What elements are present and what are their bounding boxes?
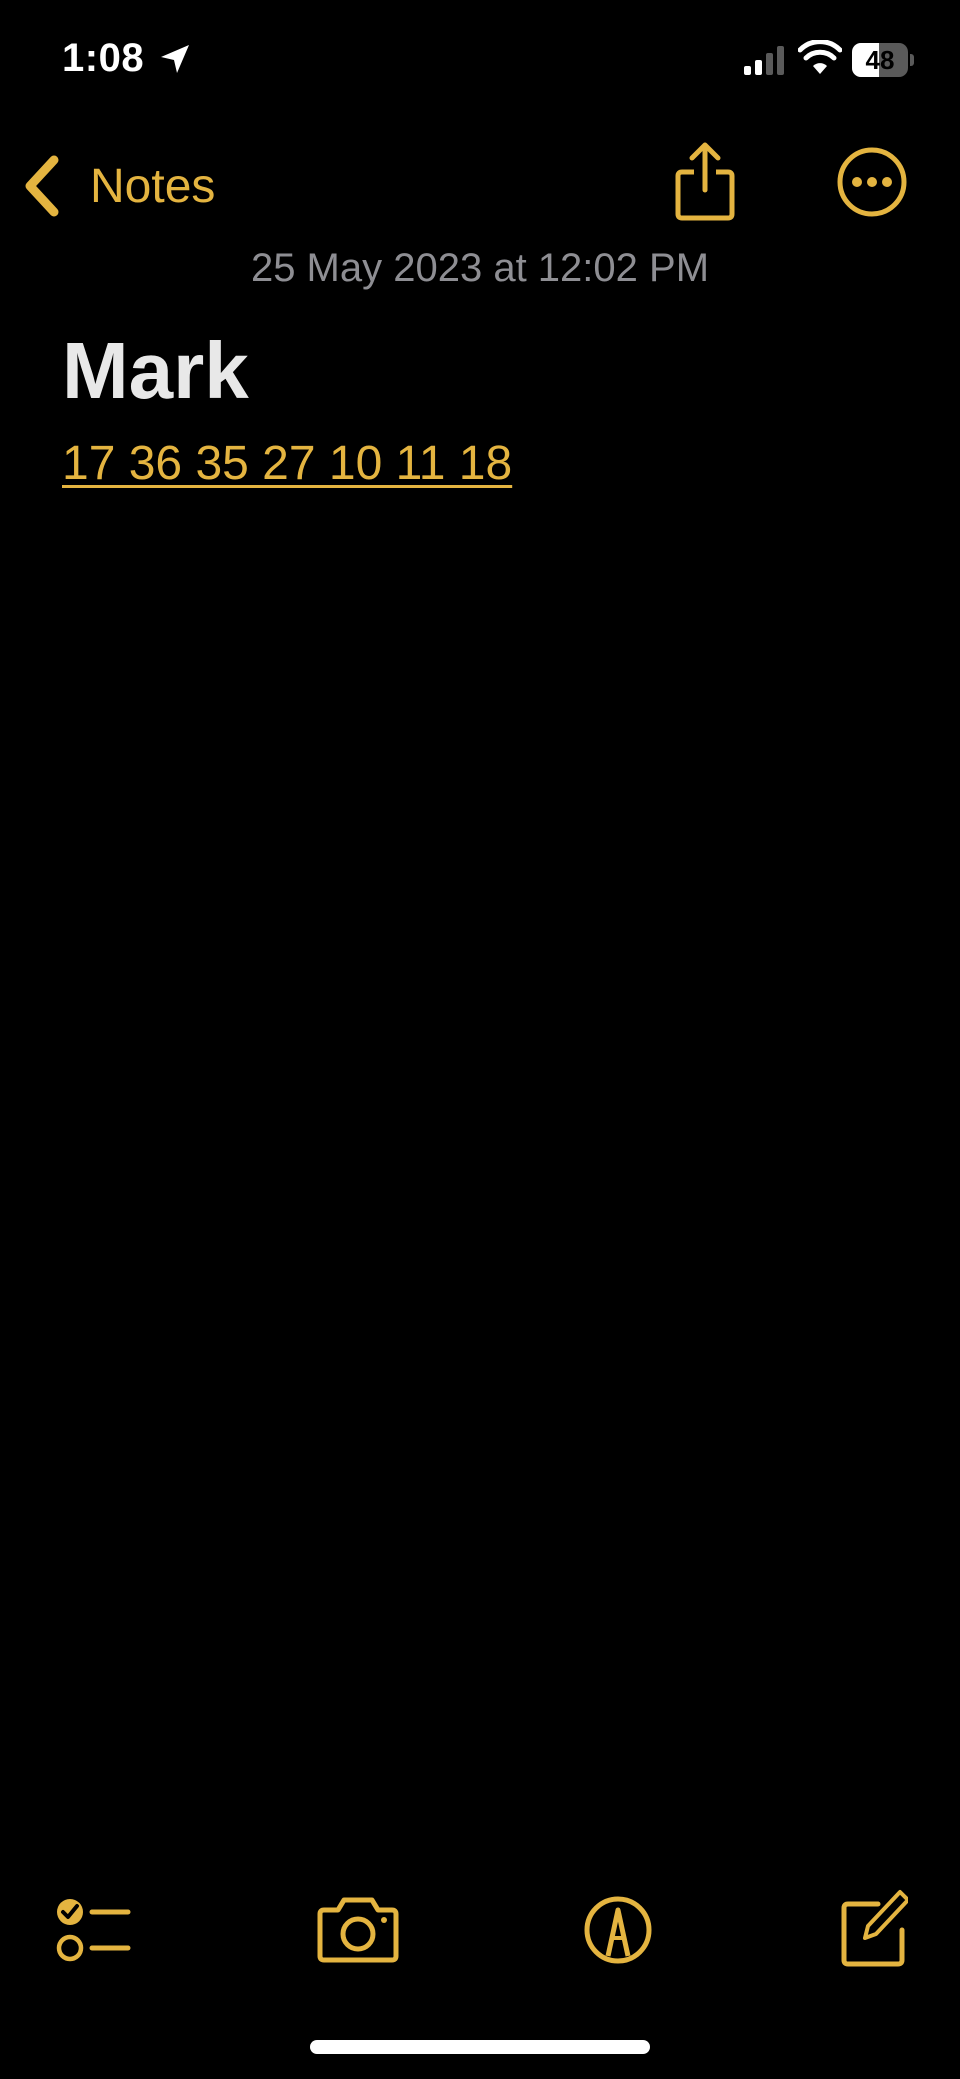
note-date: 25 May 2023 at 12:02 PM [250, 246, 710, 290]
location-arrow-icon [161, 45, 189, 73]
note-title[interactable]: Mark [62, 325, 249, 417]
markup-button[interactable] [582, 1880, 654, 1980]
back-button[interactable]: Notes [22, 146, 215, 226]
home-indicator[interactable] [310, 2040, 650, 2054]
checklist-button[interactable] [52, 1880, 132, 1980]
camera-button[interactable] [316, 1880, 400, 1980]
status-time: 1:08 [62, 36, 145, 80]
compose-button[interactable] [838, 1880, 908, 1980]
camera-icon [317, 1897, 399, 1963]
chevron-left-icon [25, 155, 59, 217]
navigation-bar: Notes [0, 130, 960, 240]
note-body-link[interactable]: 17 36 35 27 10 11 18 [62, 436, 512, 491]
bottom-toolbar [0, 1880, 960, 1980]
share-icon[interactable] [670, 140, 740, 224]
wifi-icon [798, 40, 842, 74]
pen-tip-circle-icon [584, 1896, 652, 1964]
battery-indicator: 48 [852, 43, 914, 77]
ellipsis-circle-icon[interactable] [836, 146, 908, 218]
status-bar: 1:08 48 [0, 0, 960, 120]
battery-level: 48 [865, 45, 895, 75]
cellular-signal-icon [744, 46, 784, 75]
compose-icon [841, 1890, 908, 1967]
back-label: Notes [90, 159, 216, 213]
checklist-icon [56, 1899, 131, 1962]
